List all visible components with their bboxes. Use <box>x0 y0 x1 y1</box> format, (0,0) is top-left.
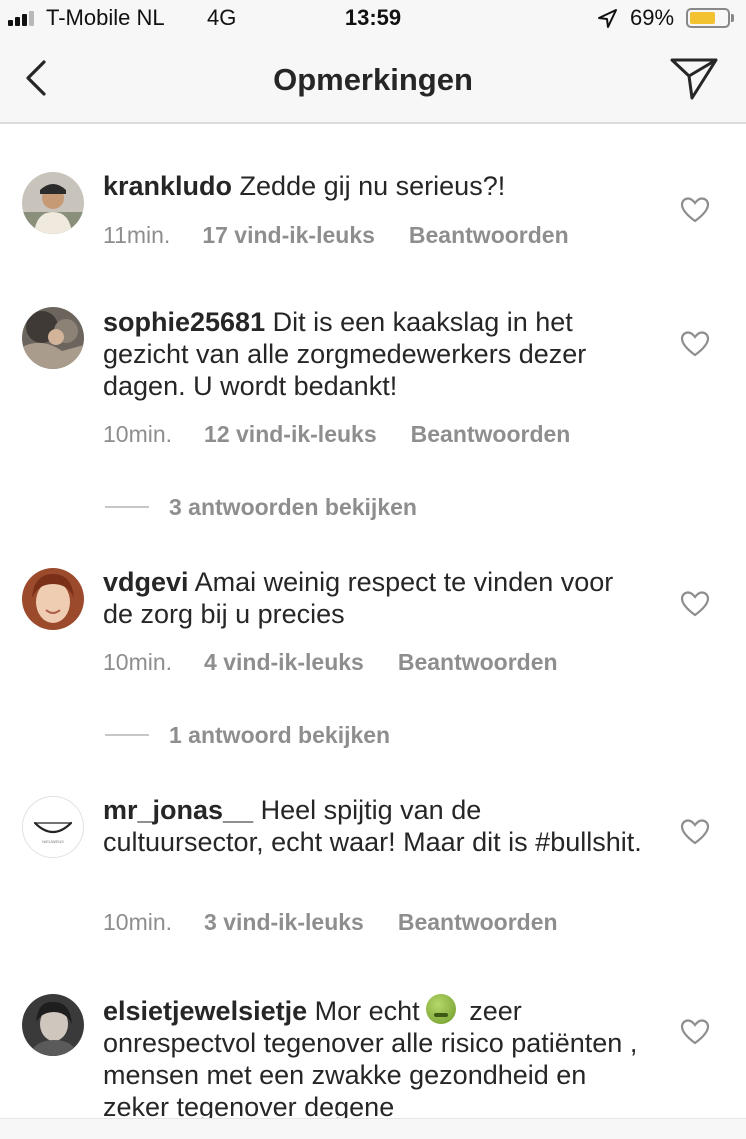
comment-username[interactable]: krankludo <box>103 171 232 201</box>
heart-icon[interactable] <box>680 330 710 358</box>
comment-text: elsietjewelsietje Mor echt zeer onrespec… <box>103 994 643 1123</box>
location-arrow-icon <box>598 9 617 28</box>
comment-likes[interactable]: 12 vind-ik-leuks <box>204 421 377 448</box>
view-replies-link[interactable]: 1 antwoord bekijken <box>105 722 390 749</box>
comment-time: 10min. <box>103 421 173 447</box>
heart-icon[interactable] <box>680 1018 710 1046</box>
heart-icon[interactable] <box>680 196 710 224</box>
battery-percent: 69% <box>630 5 675 30</box>
comment-likes[interactable]: 3 vind-ik-leuks <box>204 909 364 936</box>
view-replies-link[interactable]: 3 antwoorden bekijken <box>105 494 417 521</box>
comment-meta: 11min. 17 vind-ik-leuks Beantwoorden <box>103 222 569 249</box>
comment-text: krankludo Zedde gij nu serieus?! <box>103 170 643 202</box>
comment-username[interactable]: sophie25681 <box>103 307 265 337</box>
divider <box>105 733 149 736</box>
avatar[interactable] <box>22 568 84 630</box>
bottom-bar <box>0 1118 746 1139</box>
view-replies-label: 3 antwoorden bekijken <box>169 494 417 520</box>
avatar[interactable]: NIEUWENS <box>22 796 84 858</box>
avatar[interactable] <box>22 172 84 234</box>
battery-level <box>690 12 715 24</box>
paper-plane-icon[interactable] <box>668 54 720 102</box>
heart-icon[interactable] <box>680 818 710 846</box>
comment-meta: 10min. 3 vind-ik-leuks Beantwoorden <box>103 909 558 936</box>
heart-icon[interactable] <box>680 590 710 618</box>
status-bar: T-Mobile NL 4G 13:59 69% <box>0 0 746 36</box>
battery-tip <box>731 14 734 22</box>
comment-time: 10min. <box>103 909 173 935</box>
comment-username[interactable]: elsietjewelsietje <box>103 996 307 1026</box>
comment-text: vdgevi Amai weinig respect te vinden voo… <box>103 566 643 630</box>
reply-button[interactable]: Beantwoorden <box>398 909 558 936</box>
comment-text: sophie25681 Dit is een kaakslag in het g… <box>103 306 643 402</box>
reply-button[interactable]: Beantwoorden <box>409 222 569 249</box>
navigation-bar: Opmerkingen <box>0 36 746 124</box>
avatar-logo-text: NIEUWENS <box>42 839 64 844</box>
comment-meta: 10min. 12 vind-ik-leuks Beantwoorden <box>103 421 570 448</box>
comment-message: Mor echt <box>314 996 420 1026</box>
battery-icon <box>686 8 730 28</box>
comment-text: mr_jonas__ Heel spijtig van de cultuurse… <box>103 794 643 858</box>
comment-likes[interactable]: 4 vind-ik-leuks <box>204 649 364 676</box>
avatar[interactable] <box>22 307 84 369</box>
comment-meta: 10min. 4 vind-ik-leuks Beantwoorden <box>103 649 558 676</box>
reply-button[interactable]: Beantwoorden <box>411 421 571 448</box>
reply-button[interactable]: Beantwoorden <box>398 649 558 676</box>
view-replies-label: 1 antwoord bekijken <box>169 722 391 748</box>
comment-username[interactable]: mr_jonas__ <box>103 795 253 825</box>
nauseated-face-emoji <box>425 994 456 1024</box>
avatar[interactable] <box>22 994 84 1056</box>
comment-time: 10min. <box>103 649 173 675</box>
comment-username[interactable]: vdgevi <box>103 567 189 597</box>
comment-likes[interactable]: 17 vind-ik-leuks <box>202 222 375 249</box>
comment-message: Zedde gij nu serieus?! <box>239 171 506 201</box>
divider <box>105 505 149 508</box>
page-title: Opmerkingen <box>273 62 473 97</box>
comment-time: 11min. <box>103 222 171 248</box>
